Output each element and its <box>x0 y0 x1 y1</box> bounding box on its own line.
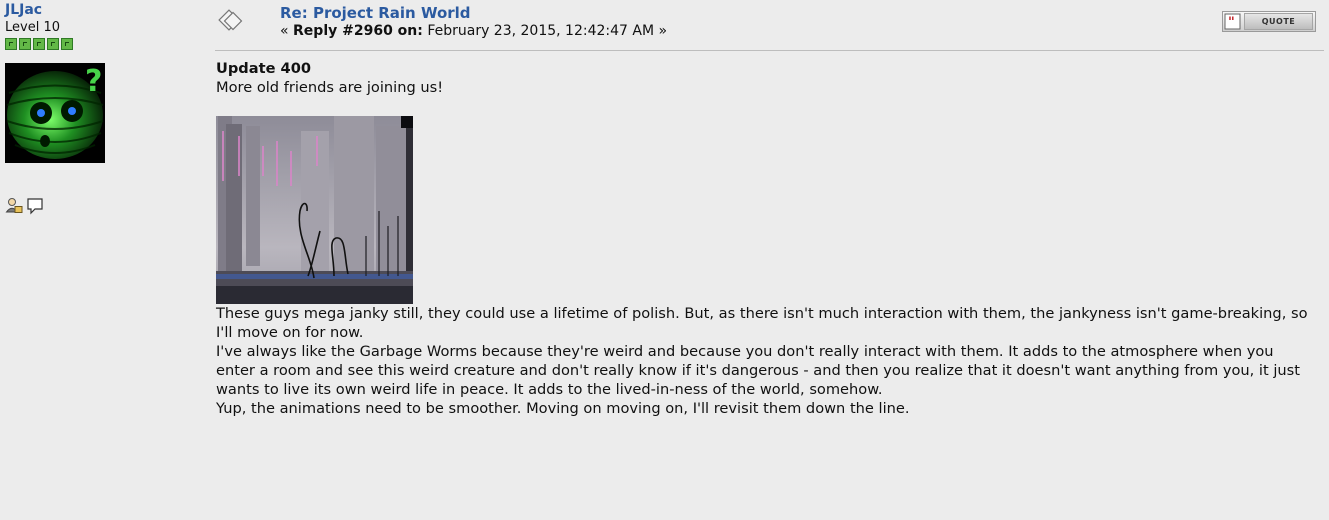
reply-prefix: « <box>280 23 294 39</box>
intro-text: More old friends are joining us! <box>216 79 444 96</box>
profile-icon[interactable] <box>5 197 23 215</box>
update-title: Update 400 <box>216 60 312 77</box>
post-paragraph: Yup, the animations need to be smoother.… <box>216 400 910 417</box>
poster-level: Level 10 <box>5 20 60 35</box>
reply-date: February 23, 2015, 12:42:47 AM » <box>422 23 668 39</box>
poster-info: JLJac Level 10 ? <box>5 2 195 215</box>
poster-action-icons <box>5 197 195 215</box>
avatar[interactable]: ? <box>5 63 105 163</box>
rank-star-icon <box>19 38 31 50</box>
post-paragraph: I've always like the Garbage Worms becau… <box>216 343 1300 398</box>
rank-stars <box>5 38 195 50</box>
quote-icon: " <box>1224 13 1241 30</box>
game-screenshot-image <box>216 116 413 304</box>
reply-info: « Reply #2960 on: February 23, 2015, 12:… <box>280 23 667 40</box>
speech-bubble-icon[interactable] <box>26 197 44 215</box>
rank-star-icon <box>33 38 45 50</box>
rank-star-icon <box>61 38 73 50</box>
message-icon <box>218 9 243 31</box>
quote-button[interactable]: " QUOTE <box>1222 11 1316 32</box>
post-body: Update 400 More old friends are joining … <box>216 59 1316 418</box>
quote-label: QUOTE <box>1244 13 1313 30</box>
reply-number: Reply #2960 on: <box>293 23 423 39</box>
rank-star-icon <box>47 38 59 50</box>
post-paragraph: These guys mega janky still, they could … <box>216 305 1308 341</box>
post-subject-link[interactable]: Re: Project Rain World <box>280 4 471 22</box>
svg-text:": " <box>1228 15 1235 30</box>
header-divider <box>215 50 1324 51</box>
poster-name-link[interactable]: JLJac <box>5 2 195 19</box>
rank-star-icon <box>5 38 17 50</box>
svg-text:?: ? <box>85 64 102 99</box>
forum-post: JLJac Level 10 ? Re: Project Rain World … <box>0 0 1329 520</box>
